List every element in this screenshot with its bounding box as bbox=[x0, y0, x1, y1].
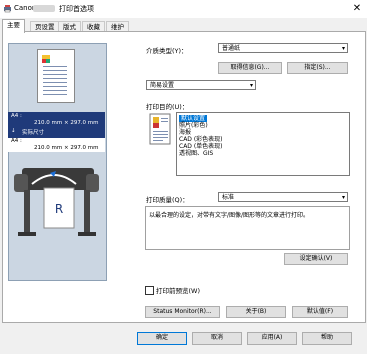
apply-button[interactable]: 应用(A) bbox=[247, 332, 297, 345]
text-line bbox=[43, 90, 67, 91]
setting-mode-value: 简易设置 bbox=[150, 82, 175, 89]
defaults-button[interactable]: 默认值(F) bbox=[292, 306, 348, 318]
purpose-item-cad-mono[interactable]: CAD (单色表现) bbox=[179, 143, 223, 150]
large-format-printer-icon: R bbox=[14, 168, 99, 236]
svg-text:R: R bbox=[55, 202, 63, 216]
about-button[interactable]: 关于(B) bbox=[226, 306, 286, 318]
status-monitor-button[interactable]: Status Monitor(R)... bbox=[145, 306, 220, 318]
image-placeholder-icon bbox=[42, 55, 50, 63]
printer-app-icon bbox=[4, 5, 11, 13]
title-bar bbox=[0, 0, 367, 18]
paper-size-label-2: A4 : bbox=[11, 138, 22, 144]
media-type-select[interactable]: 普通纸 ▾ bbox=[218, 43, 348, 53]
print-preview-label: 打印前预览(W) bbox=[156, 287, 200, 295]
media-settings-button[interactable]: 指定(S)... bbox=[287, 62, 348, 74]
print-quality-label: 打印质量(Q)： bbox=[146, 196, 189, 204]
print-quality-select[interactable]: 标准 ▾ bbox=[218, 192, 348, 202]
chevron-down-icon: ▾ bbox=[249, 82, 253, 89]
purpose-item-gis[interactable]: 透视图、GIS bbox=[179, 150, 213, 157]
document-purpose-icon bbox=[149, 113, 171, 145]
text-line bbox=[43, 74, 67, 75]
help-button[interactable]: 帮助 bbox=[302, 332, 352, 345]
text-line bbox=[43, 82, 67, 83]
media-type-label: 介质类型(Y)： bbox=[146, 47, 188, 55]
get-info-button[interactable]: 取得信息(G)... bbox=[218, 62, 282, 74]
chevron-down-icon: ▾ bbox=[341, 45, 345, 52]
redacted-model-name bbox=[33, 5, 55, 12]
chevron-down-icon: ▾ bbox=[341, 194, 345, 201]
tab-main[interactable]: 主要 bbox=[2, 19, 25, 33]
purpose-item-photo[interactable]: 照片(彩色) bbox=[179, 122, 208, 129]
settings-confirm-button[interactable]: 设定确认(V) bbox=[284, 253, 348, 265]
purpose-item-poster[interactable]: 海报 bbox=[179, 129, 191, 136]
tab-strip: 主要 页设置 版式 收藏 维护 bbox=[0, 18, 367, 33]
actual-size-label: 实际尺寸 bbox=[22, 130, 45, 136]
purpose-description: 以最合理的设定，对带有文字/图像/图形等的文章进行打印。 bbox=[145, 206, 350, 250]
print-purpose-label: 打印目的(U)： bbox=[146, 103, 189, 111]
paper-dimensions-1: 210.0 mm × 297.0 mm bbox=[34, 120, 99, 126]
text-line bbox=[43, 70, 67, 71]
media-type-value: 普通纸 bbox=[222, 45, 241, 52]
print-quality-value: 标准 bbox=[222, 194, 235, 201]
paper-dimensions-2: 210.0 mm × 297.0 mm bbox=[34, 145, 99, 151]
paper-size-banner: A4 : 210.0 mm × 297.0 mm ↓ 实际尺寸 A4 : 210… bbox=[8, 112, 105, 152]
paper-size-label-1: A4 : bbox=[11, 113, 22, 119]
output-size-box: A4 : 210.0 mm × 297.0 mm bbox=[8, 138, 105, 152]
setting-mode-select[interactable]: 简易设置 ▾ bbox=[146, 80, 256, 90]
print-purpose-list[interactable]: 默认设置 照片(彩色) 海报 CAD (彩色表现) CAD (单色表现) 透视图… bbox=[176, 112, 350, 176]
text-line bbox=[43, 86, 67, 87]
print-preview-checkbox[interactable] bbox=[145, 286, 154, 295]
close-button[interactable]: ✕ bbox=[350, 2, 364, 16]
arrow-down-icon: ↓ bbox=[11, 128, 16, 134]
ok-button[interactable]: 确定 bbox=[137, 332, 187, 345]
text-line bbox=[43, 94, 67, 95]
cancel-button[interactable]: 取消 bbox=[192, 332, 242, 345]
window-title-suffix: 打印首选项 bbox=[59, 5, 94, 13]
purpose-item-cad-color[interactable]: CAD (彩色表现) bbox=[179, 136, 223, 143]
text-line bbox=[43, 66, 67, 67]
purpose-item-default[interactable]: 默认设置 bbox=[179, 115, 208, 122]
text-line bbox=[43, 78, 67, 79]
